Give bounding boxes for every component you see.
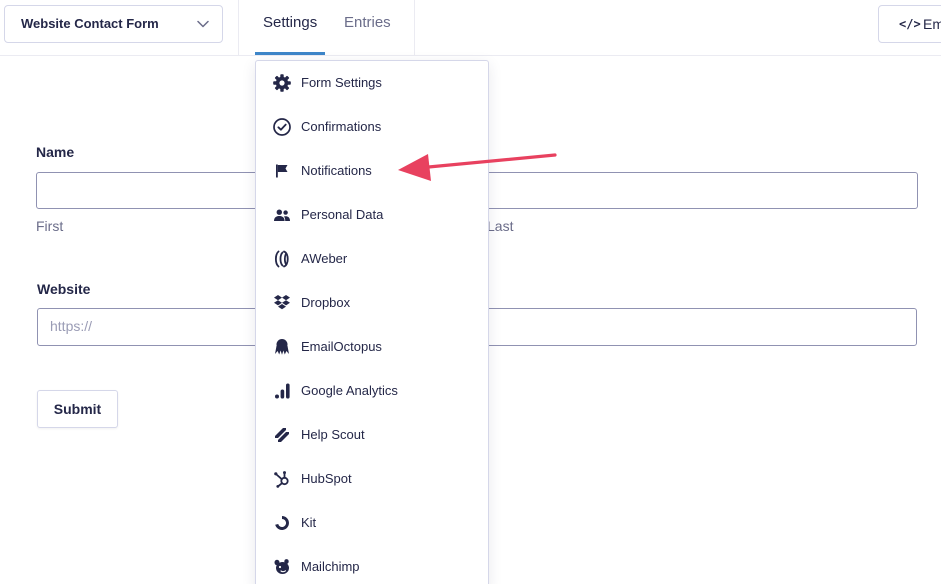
annotation-arrow bbox=[398, 153, 557, 181]
menu-item-label: Form Settings bbox=[301, 75, 382, 90]
gear-icon bbox=[272, 73, 292, 93]
dropbox-icon bbox=[272, 293, 292, 313]
active-tab-indicator bbox=[255, 52, 325, 55]
menu-item-label: Notifications bbox=[301, 163, 372, 178]
menu-item-mailchimp[interactable]: Mailchimp bbox=[256, 545, 488, 584]
kit-icon bbox=[272, 513, 292, 533]
menu-item-personal-data[interactable]: Personal Data bbox=[256, 193, 488, 237]
embed-button-label: Em bbox=[923, 16, 941, 32]
menu-item-label: EmailOctopus bbox=[301, 339, 382, 354]
menu-item-label: Help Scout bbox=[301, 427, 365, 442]
menu-item-aweber[interactable]: AWeber bbox=[256, 237, 488, 281]
top-bar: Website Contact Form Settings Entries </… bbox=[0, 0, 941, 56]
menu-item-emailoctopus[interactable]: EmailOctopus bbox=[256, 325, 488, 369]
menu-item-label: Kit bbox=[301, 515, 317, 530]
menu-item-kit[interactable]: Kit bbox=[256, 501, 488, 545]
tab-settings[interactable]: Settings bbox=[263, 14, 317, 31]
menu-item-form-settings[interactable]: Form Settings bbox=[256, 61, 488, 105]
users-icon bbox=[272, 205, 292, 225]
mailchimp-icon bbox=[272, 557, 292, 577]
octopus-icon bbox=[272, 337, 292, 357]
tab-entries[interactable]: Entries bbox=[344, 14, 391, 31]
flag-icon bbox=[272, 161, 292, 181]
aweber-icon bbox=[272, 249, 292, 269]
last-name-sublabel: Last bbox=[487, 218, 514, 234]
helpscout-icon bbox=[272, 425, 292, 445]
submit-button[interactable]: Submit bbox=[37, 390, 118, 428]
first-name-sublabel: First bbox=[36, 218, 64, 234]
menu-item-label: Mailchimp bbox=[301, 559, 360, 574]
menu-item-label: HubSpot bbox=[301, 471, 352, 486]
form-select-dropdown[interactable]: Website Contact Form bbox=[4, 5, 223, 43]
name-field-label: Name bbox=[36, 144, 75, 160]
menu-item-label: Dropbox bbox=[301, 295, 351, 310]
menu-item-dropbox[interactable]: Dropbox bbox=[256, 281, 488, 325]
analytics-icon bbox=[272, 381, 292, 401]
settings-dropdown-menu: Form Settings Confirmations Notification… bbox=[255, 60, 489, 584]
menu-item-label: Google Analytics bbox=[301, 383, 398, 398]
menu-item-confirmations[interactable]: Confirmations bbox=[256, 105, 488, 149]
menu-item-label: AWeber bbox=[301, 251, 348, 266]
menu-item-label: Personal Data bbox=[301, 207, 384, 222]
menu-item-help-scout[interactable]: Help Scout bbox=[256, 413, 488, 457]
submit-button-label: Submit bbox=[53, 401, 102, 417]
menu-item-google-analytics[interactable]: Google Analytics bbox=[256, 369, 488, 413]
embed-button[interactable]: </> Em bbox=[878, 5, 941, 43]
check-circle-icon bbox=[272, 117, 292, 137]
form-select-value: Website Contact Form bbox=[21, 16, 159, 31]
menu-item-label: Confirmations bbox=[301, 119, 382, 134]
chevron-down-icon bbox=[197, 20, 209, 28]
website-placeholder: https:// bbox=[50, 318, 93, 334]
menu-item-hubspot[interactable]: HubSpot bbox=[256, 457, 488, 501]
website-field-label: Website bbox=[37, 281, 91, 297]
hubspot-icon bbox=[272, 469, 292, 489]
header-divider bbox=[414, 0, 415, 56]
code-icon: </> bbox=[899, 17, 921, 31]
header-divider bbox=[238, 0, 239, 56]
